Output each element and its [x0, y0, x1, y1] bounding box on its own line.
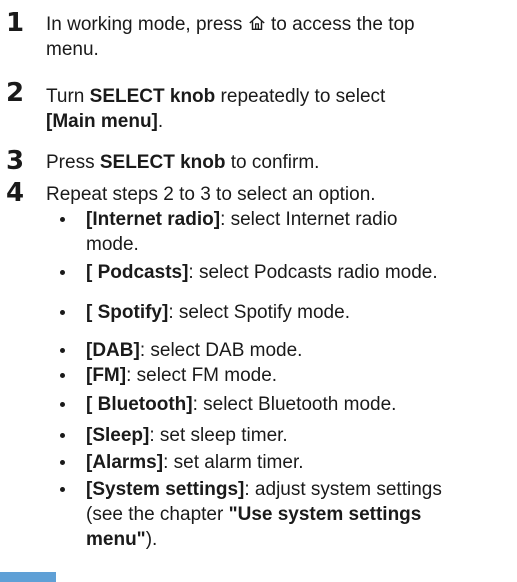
section-tab-marker [0, 572, 56, 582]
bullet-dot [60, 217, 65, 222]
bullet-dot [60, 487, 65, 492]
step-number: 4 [6, 178, 25, 208]
bullet-dot [60, 402, 65, 407]
bullet-dot [60, 433, 65, 438]
step-number: 2 [6, 78, 25, 108]
step-number: 1 [6, 8, 25, 38]
step-text: Repeat steps 2 to 3 to select an option. [46, 184, 376, 205]
home-icon [249, 15, 265, 31]
bullet-dot [60, 310, 65, 315]
bullet-dot [60, 270, 65, 275]
bullet-dot [60, 373, 65, 378]
bullet-dot [60, 348, 65, 353]
step-text: Turn SELECT knob repeatedly to select [M… [46, 86, 386, 132]
step-text: In working mode, press to access the top… [46, 14, 415, 60]
step-number: 3 [6, 146, 25, 176]
step-text: Press SELECT knob to confirm. [46, 152, 320, 173]
bullet-dot [60, 460, 65, 465]
